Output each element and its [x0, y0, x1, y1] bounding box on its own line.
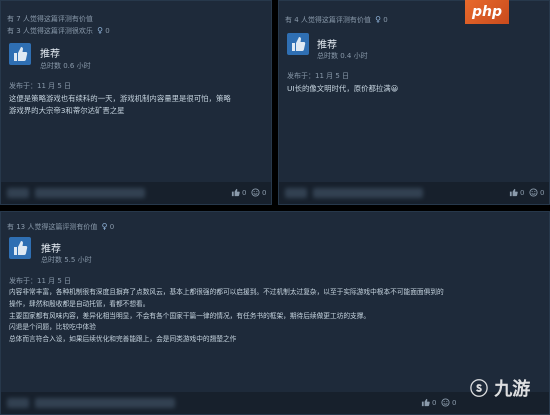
- reviewer-name: [35, 188, 145, 198]
- thumbs-up-icon: [287, 33, 309, 55]
- vote-up-button[interactable]: 0: [231, 188, 246, 197]
- helpful-count: 有 13 人觉得这篇评测有价值 ♀ 0: [7, 222, 115, 231]
- review-text: UI长的像文明时代，原价都拉满😀: [287, 84, 399, 93]
- site-watermark: ⓢ 九游: [470, 379, 531, 400]
- review-card-1: 有 7 人觉得这篇评测有价值 有 3 人觉得这篇评测很欢乐 ♀ 0 推荐 总时数…: [0, 0, 272, 205]
- review-verdict: 推荐: [41, 244, 61, 255]
- reviewer-avatar: [7, 398, 29, 408]
- playtime-hours: 总时数 0.4 小时: [317, 52, 368, 60]
- site-logo-icon: ⓢ: [470, 379, 488, 400]
- reviewer-avatar: [7, 188, 29, 198]
- playtime-hours: 总时数 0.6 小时: [40, 62, 91, 70]
- award-icon: ♀: [375, 15, 381, 24]
- review-card-3: 有 13 人觉得这篇评测有价值 ♀ 0 推荐 总时数 5.5 小时 发布于：11…: [0, 211, 550, 415]
- smile-icon: [529, 188, 538, 197]
- thumbs-up-icon: [231, 188, 240, 197]
- review-footer: 0 0: [1, 182, 271, 204]
- posted-date: 发布于：11 月 5 日: [9, 82, 72, 90]
- review-text: 这便是策略游戏也有续科的一天，游戏机制内容量里是很可怕，策略 游戏界的大宗帝3和…: [9, 94, 231, 116]
- review-verdict: 推荐: [317, 40, 337, 51]
- helpful-count: 有 4 人觉得这篇评测有价值 ♀ 0: [285, 15, 388, 24]
- vote-up-button[interactable]: 0: [509, 188, 524, 197]
- smile-icon: [441, 398, 450, 407]
- thumbs-up-icon: [9, 43, 31, 65]
- posted-date: 发布于：11 月 5 日: [9, 277, 72, 285]
- vote-funny-button[interactable]: 0: [251, 188, 266, 197]
- thumbs-up-icon: [509, 188, 518, 197]
- review-footer: 0 0: [1, 392, 549, 414]
- playtime-hours: 总时数 5.5 小时: [41, 256, 92, 264]
- reviewer-name: [313, 188, 423, 198]
- review-text: 内容非常丰富，各种机制很有深度且摒弃了点数风云，基本上都很强的都可以启援到。不过…: [9, 288, 444, 344]
- helpful-count: 有 7 人觉得这篇评测有价值: [7, 15, 93, 23]
- smile-icon: [251, 188, 260, 197]
- reviewer-avatar: [285, 188, 307, 198]
- reviewer-name: [35, 398, 175, 408]
- php-watermark: php: [465, 0, 509, 24]
- thumbs-up-icon: [421, 398, 430, 407]
- vote-funny-button[interactable]: 0: [529, 188, 544, 197]
- review-verdict: 推荐: [40, 49, 60, 60]
- review-footer: 0 0: [279, 182, 549, 204]
- review-card-2: 有 4 人觉得这篇评测有价值 ♀ 0 推荐 总时数 0.4 小时 发布于：11 …: [278, 0, 550, 205]
- award-icon: ♀: [101, 222, 108, 231]
- thumbs-up-icon: [9, 237, 31, 259]
- funny-count: 有 3 人觉得这篇评测很欢乐 ♀ 0: [7, 26, 110, 35]
- award-icon: ♀: [97, 26, 103, 35]
- vote-up-button[interactable]: 0: [421, 398, 436, 407]
- vote-funny-button[interactable]: 0: [441, 398, 456, 407]
- posted-date: 发布于：11 月 5 日: [287, 72, 350, 80]
